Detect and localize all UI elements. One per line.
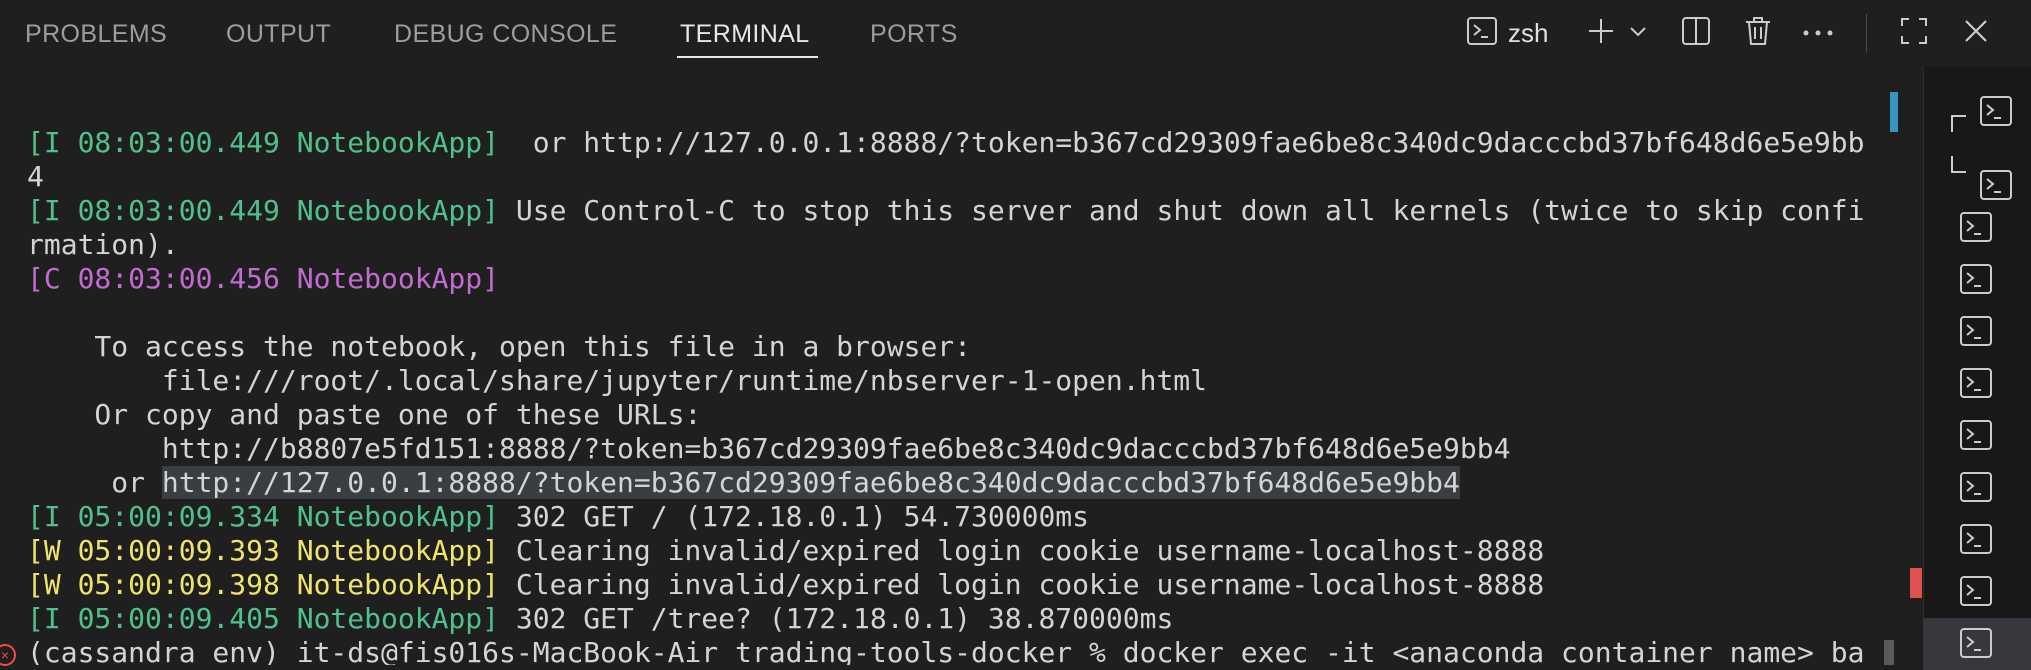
panel-tabbar: PROBLEMS OUTPUT DEBUG CONSOLE TERMINAL P… <box>0 0 2031 66</box>
terminal-line: Or copy and paste one of these URLs: <box>27 398 701 432</box>
log-text: 302 GET /tree? (172.18.0.1) 38.870000ms <box>499 602 1174 635</box>
log-text: 302 GET / (172.18.0.1) 54.730000ms <box>499 500 1090 533</box>
terminal-line: To access the notebook, open this file i… <box>27 330 971 364</box>
tab-debug-console[interactable]: DEBUG CONSOLE <box>394 14 617 54</box>
sidebar-item-terminal-6[interactable] <box>1960 368 1996 400</box>
shell-selector-button[interactable]: zsh <box>1466 12 1576 54</box>
terminal-line: http://b8807e5fd151:8888/?token=b367cd29… <box>27 432 1511 466</box>
tab-terminal[interactable]: TERMINAL <box>680 14 810 54</box>
log-prefix: [I 08:03:00.449 NotebookApp] <box>27 194 500 227</box>
sidebar-item-terminal-7[interactable] <box>1960 420 1996 452</box>
log-text: or <box>27 466 162 499</box>
terminal-scrollbar[interactable] <box>1882 92 1896 665</box>
terminal-icon <box>1960 524 1992 558</box>
toolbar-divider <box>1866 14 1867 52</box>
active-tab-indicator <box>677 56 818 58</box>
terminal-icon <box>1960 264 1992 298</box>
sidebar-item-terminal-tree-child[interactable] <box>1980 170 2016 202</box>
terminal-line: 4 <box>27 160 44 194</box>
terminal-icon <box>1960 576 1992 610</box>
close-panel-button[interactable] <box>1958 12 1994 54</box>
terminal-line: or http://127.0.0.1:8888/?token=b367cd29… <box>27 466 1460 500</box>
log-prefix: [I 05:00:09.405 NotebookApp] <box>27 602 500 635</box>
maximize-icon <box>1899 16 1929 51</box>
selected-url[interactable]: http://127.0.0.1:8888/?token=b367cd29309… <box>161 466 1460 499</box>
tab-ports[interactable]: PORTS <box>870 14 958 54</box>
terminal-line: [W 05:00:09.398 NotebookApp] Clearing in… <box>27 568 1544 602</box>
scroll-position-marker <box>1890 92 1898 132</box>
log-text: 4 <box>27 160 44 193</box>
new-terminal-button[interactable] <box>1584 12 1618 54</box>
log-text: Clearing invalid/expired login cookie us… <box>499 568 1545 601</box>
terminal-line: [I 08:03:00.449 NotebookApp] Use Control… <box>27 194 1864 228</box>
sidebar-item-terminal-tree-top[interactable] <box>1980 96 2016 128</box>
log-prefix: [W 05:00:09.398 NotebookApp] <box>27 568 500 601</box>
close-icon <box>1963 18 1989 49</box>
sidebar-item-terminal-4[interactable] <box>1960 264 1996 296</box>
sidebar-item-terminal-10[interactable] <box>1960 576 1996 608</box>
log-prefix: [I 08:03:00.449 NotebookApp] <box>27 126 500 159</box>
maximize-panel-button[interactable] <box>1896 12 1932 54</box>
log-text: Use Control-C to stop this server and sh… <box>499 194 1865 227</box>
command-text: (cassandra_env) it-ds@fis016s-MacBook-Ai… <box>27 636 1865 665</box>
terminal-line: file:///root/.local/share/jupyter/runtim… <box>27 364 1207 398</box>
terminal-line: [I 05:00:09.405 NotebookApp] 302 GET /tr… <box>27 602 1173 636</box>
terminal-line: [I 08:03:00.449 NotebookApp] or http://1… <box>27 126 1864 160</box>
shell-name: zsh <box>1508 17 1549 48</box>
plus-icon <box>1586 16 1616 51</box>
log-text: http://b8807e5fd151:8888/?token=b367cd29… <box>27 432 1511 465</box>
log-prefix: [I 05:00:09.334 NotebookApp] <box>27 500 500 533</box>
sidebar-item-terminal-3[interactable] <box>1960 212 1996 244</box>
sidebar-item-terminal-5[interactable] <box>1960 316 1996 348</box>
terminal-icon <box>1980 170 2012 204</box>
sidebar-item-terminal-8[interactable] <box>1960 472 1996 504</box>
log-text: Or copy and paste one of these URLs: <box>27 398 702 431</box>
terminal-icon <box>1466 15 1498 52</box>
more-actions-button[interactable] <box>1800 12 1836 54</box>
log-text: Clearing invalid/expired login cookie us… <box>499 534 1545 567</box>
terminal-line: [C 08:03:00.456 NotebookApp] <box>27 262 499 296</box>
terminal-line: [I 05:00:09.334 NotebookApp] 302 GET / (… <box>27 500 1089 534</box>
terminal-output[interactable]: [I 08:03:00.449 NotebookApp] or http://1… <box>0 92 1882 665</box>
tab-problems[interactable]: PROBLEMS <box>25 14 167 54</box>
terminal-icon <box>1980 96 2012 130</box>
tab-output[interactable]: OUTPUT <box>226 14 331 54</box>
terminal-icon <box>1960 212 1992 246</box>
error-marker <box>1910 568 1922 598</box>
terminal-icon <box>1960 420 1992 454</box>
terminal-prompt-line: (cassandra_env) it-ds@fis016s-MacBook-Ai… <box>27 636 1864 665</box>
kill-terminal-button[interactable] <box>1740 12 1776 54</box>
terminal-icon <box>1960 628 1992 662</box>
log-text: To access the notebook, open this file i… <box>27 330 972 363</box>
terminal-icon <box>1960 316 1992 350</box>
log-prefix: [W 05:00:09.393 NotebookApp] <box>27 534 500 567</box>
chevron-down-icon <box>1628 21 1648 46</box>
sidebar-item-terminal-9[interactable] <box>1960 524 1996 556</box>
terminal-icon <box>1960 472 1992 506</box>
log-text: or http://127.0.0.1:8888/?token=b367cd29… <box>499 126 1865 159</box>
trash-icon <box>1743 15 1773 52</box>
terminal-line: [W 05:00:09.393 NotebookApp] Clearing in… <box>27 534 1544 568</box>
tree-connector-icon <box>1950 110 1980 185</box>
sidebar-item-terminal-11[interactable] <box>1960 628 1996 660</box>
split-icon <box>1680 15 1712 52</box>
split-terminal-button[interactable] <box>1678 12 1714 54</box>
log-text: file:///root/.local/share/jupyter/runtim… <box>27 364 1208 397</box>
launch-profile-dropdown[interactable] <box>1626 12 1650 54</box>
log-prefix: [C 08:03:00.456 NotebookApp] <box>27 262 500 295</box>
terminal-icon <box>1960 368 1992 402</box>
scrollbar-thumb[interactable] <box>1884 640 1894 665</box>
log-text: rmation). <box>27 228 179 261</box>
terminal-line: rmation). <box>27 228 179 262</box>
ellipsis-icon <box>1802 24 1834 42</box>
